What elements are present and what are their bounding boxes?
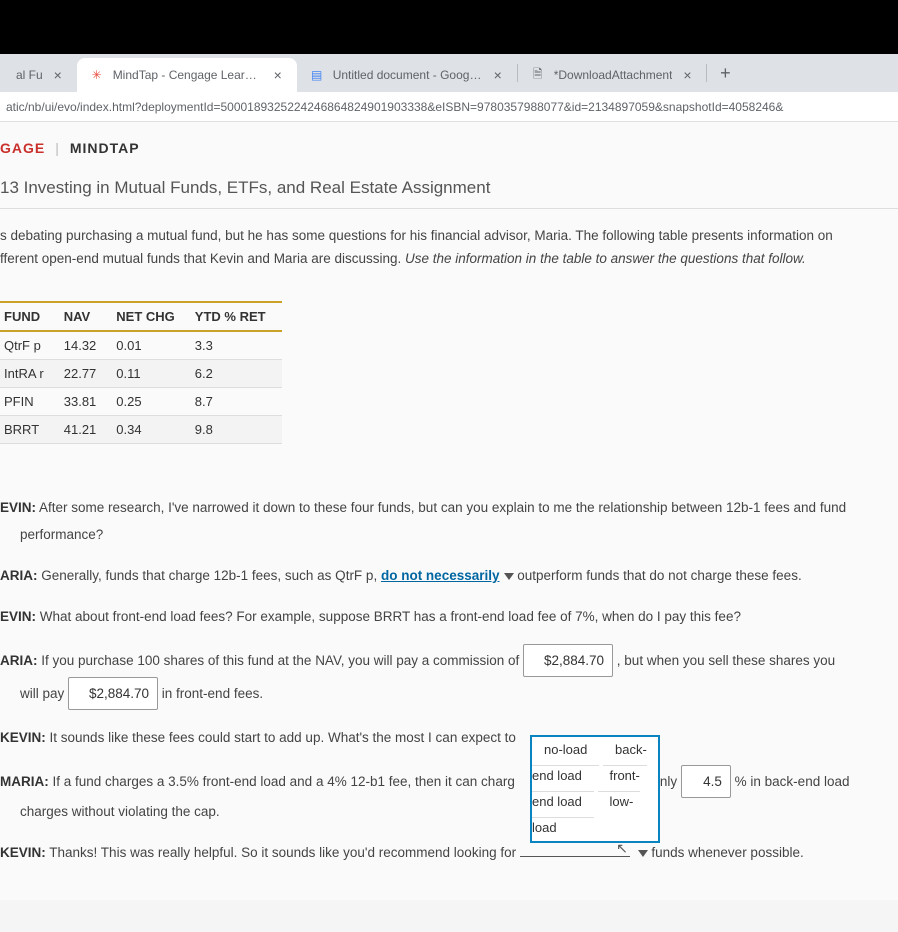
line-kevin-4: KEVIN: Thanks! This was really helpful. … bbox=[0, 839, 898, 866]
cell: 8.7 bbox=[191, 387, 282, 415]
text: If a fund charges a 3.5% front-end load … bbox=[53, 774, 515, 789]
text: What about front-end load fees? For exam… bbox=[40, 609, 741, 624]
speaker-maria: MARIA: bbox=[0, 774, 49, 789]
text: will pay bbox=[20, 686, 68, 701]
dropdown-answer-12b1[interactable]: do not necessarily bbox=[381, 568, 514, 583]
cell: 0.34 bbox=[112, 415, 191, 443]
cell: 3.3 bbox=[191, 331, 282, 360]
cell: 33.81 bbox=[60, 387, 113, 415]
col-nav: NAV bbox=[60, 302, 113, 331]
tab-download[interactable]: 🗎 *DownloadAttachment × bbox=[518, 58, 707, 92]
dropdown-selected: do not necessarily bbox=[381, 568, 500, 583]
cell: 41.21 bbox=[60, 415, 113, 443]
tab-title: Untitled document - Google Docs bbox=[333, 68, 483, 82]
table-row: QtrF p 14.32 0.01 3.3 bbox=[0, 331, 282, 360]
cell: BRRT bbox=[0, 415, 60, 443]
intro-line-2b: Use the information in the table to answ… bbox=[405, 251, 806, 266]
brand-separator: | bbox=[55, 140, 60, 156]
intro-line-2a: fferent open-end mutual funds that Kevin… bbox=[0, 251, 405, 266]
tab-mindtap[interactable]: ✳ MindTap - Cengage Learning × bbox=[77, 58, 297, 92]
cell: 6.2 bbox=[191, 359, 282, 387]
close-icon[interactable]: × bbox=[491, 68, 505, 82]
text: , but when you sell these shares you bbox=[617, 653, 835, 668]
speaker-kevin: KEVIN: bbox=[0, 845, 46, 860]
text: After some research, I've narrowed it do… bbox=[39, 500, 846, 515]
speaker-maria: ARIA: bbox=[0, 568, 38, 583]
page-content: GAGE | MINDTAP 13 Investing in Mutual Fu… bbox=[0, 122, 898, 900]
funds-table: FUND NAV NET CHG YTD % RET QtrF p 14.32 … bbox=[0, 301, 282, 444]
text: If you purchase 100 shares of this fund … bbox=[41, 653, 523, 668]
text: % in back-end load bbox=[735, 774, 850, 789]
cell: 9.8 bbox=[191, 415, 282, 443]
favicon-docs: ▤ bbox=[309, 67, 325, 83]
brand-row: GAGE | MINDTAP bbox=[0, 140, 898, 170]
close-icon[interactable]: × bbox=[271, 68, 285, 82]
intro-text: s debating purchasing a mutual fund, but… bbox=[0, 225, 898, 271]
line-kevin-1: EVIN: After some research, I've narrowed… bbox=[0, 494, 898, 548]
col-ytdret: YTD % RET bbox=[191, 302, 282, 331]
close-icon[interactable]: × bbox=[51, 68, 65, 82]
line-maria-3: MARIA: If a fund charges a 3.5% front-en… bbox=[0, 765, 898, 825]
text: in front-end fees. bbox=[162, 686, 263, 701]
text: It sounds like these fees could start to… bbox=[50, 730, 516, 745]
brand-mindtap: MINDTAP bbox=[70, 140, 140, 156]
url-text: atic/nb/ui/evo/index.html?deploymentId=5… bbox=[6, 100, 783, 114]
speaker-kevin: EVIN: bbox=[0, 500, 36, 515]
col-netchg: NET CHG bbox=[112, 302, 191, 331]
text-cont: will pay $2,884.70 in front-end fees. bbox=[0, 677, 898, 710]
dialogue: EVIN: After some research, I've narrowed… bbox=[0, 494, 898, 866]
cell: IntRA r bbox=[0, 359, 60, 387]
input-frontend-fee[interactable]: $2,884.70 bbox=[68, 677, 158, 710]
cell: 22.77 bbox=[60, 359, 113, 387]
tab-1[interactable]: al Fu × bbox=[4, 58, 77, 92]
new-tab-button[interactable]: + bbox=[711, 59, 739, 87]
input-commission[interactable]: $2,884.70 bbox=[523, 644, 613, 677]
dropdown-blank-fund-type[interactable]: ↖ bbox=[520, 843, 630, 857]
dropdown-popup-load-type[interactable]: no-load back-end load front-end load low… bbox=[530, 735, 660, 843]
chevron-down-icon bbox=[504, 573, 514, 580]
cell: PFIN bbox=[0, 387, 60, 415]
browser-tab-bar: al Fu × ✳ MindTap - Cengage Learning × ▤… bbox=[0, 54, 898, 92]
text: Thanks! This was really helpful. So it s… bbox=[49, 845, 520, 860]
favicon-mindtap: ✳ bbox=[89, 67, 105, 83]
col-fund: FUND bbox=[0, 302, 60, 331]
input-backend-pct[interactable]: 4.5 bbox=[681, 765, 731, 798]
cell: 0.25 bbox=[112, 387, 191, 415]
text: funds whenever possible. bbox=[651, 845, 803, 860]
tab-title: al Fu bbox=[16, 68, 43, 82]
speaker-maria: ARIA: bbox=[0, 653, 38, 668]
tab-google-docs[interactable]: ▤ Untitled document - Google Docs × bbox=[297, 58, 517, 92]
cell: 0.01 bbox=[112, 331, 191, 360]
tab-title: *DownloadAttachment bbox=[554, 68, 673, 82]
favicon-file: 🗎 bbox=[530, 67, 546, 83]
table-row: PFIN 33.81 0.25 8.7 bbox=[0, 387, 282, 415]
cell: 14.32 bbox=[60, 331, 113, 360]
chevron-down-icon bbox=[638, 850, 648, 857]
intro-line-1: s debating purchasing a mutual fund, but… bbox=[0, 228, 833, 243]
text: charges without violating the cap. bbox=[0, 798, 898, 825]
speaker-kevin: KEVIN: bbox=[0, 730, 46, 745]
chapter-title: 13 Investing in Mutual Funds, ETFs, and … bbox=[0, 170, 898, 209]
line-kevin-2: EVIN: What about front-end load fees? Fo… bbox=[0, 603, 898, 630]
brand-cengage: GAGE bbox=[0, 140, 45, 156]
table-row: IntRA r 22.77 0.11 6.2 bbox=[0, 359, 282, 387]
window-top-black bbox=[0, 0, 898, 54]
text: Generally, funds that charge 12b-1 fees,… bbox=[41, 568, 381, 583]
speaker-kevin: EVIN: bbox=[0, 609, 36, 624]
line-maria-1: ARIA: Generally, funds that charge 12b-1… bbox=[0, 562, 898, 589]
table-row: BRRT 41.21 0.34 9.8 bbox=[0, 415, 282, 443]
cell: QtrF p bbox=[0, 331, 60, 360]
table-header-row: FUND NAV NET CHG YTD % RET bbox=[0, 302, 282, 331]
line-maria-2: ARIA: If you purchase 100 shares of this… bbox=[0, 644, 898, 710]
cell: 0.11 bbox=[112, 359, 191, 387]
address-bar[interactable]: atic/nb/ui/evo/index.html?deploymentId=5… bbox=[0, 92, 898, 122]
line-kevin-3: KEVIN: It sounds like these fees could s… bbox=[0, 724, 898, 751]
tab-title: MindTap - Cengage Learning bbox=[113, 68, 263, 82]
close-icon[interactable]: × bbox=[680, 68, 694, 82]
text: outperform funds that do not charge thes… bbox=[517, 568, 801, 583]
tab-separator bbox=[706, 64, 707, 82]
text: performance? bbox=[0, 521, 898, 548]
